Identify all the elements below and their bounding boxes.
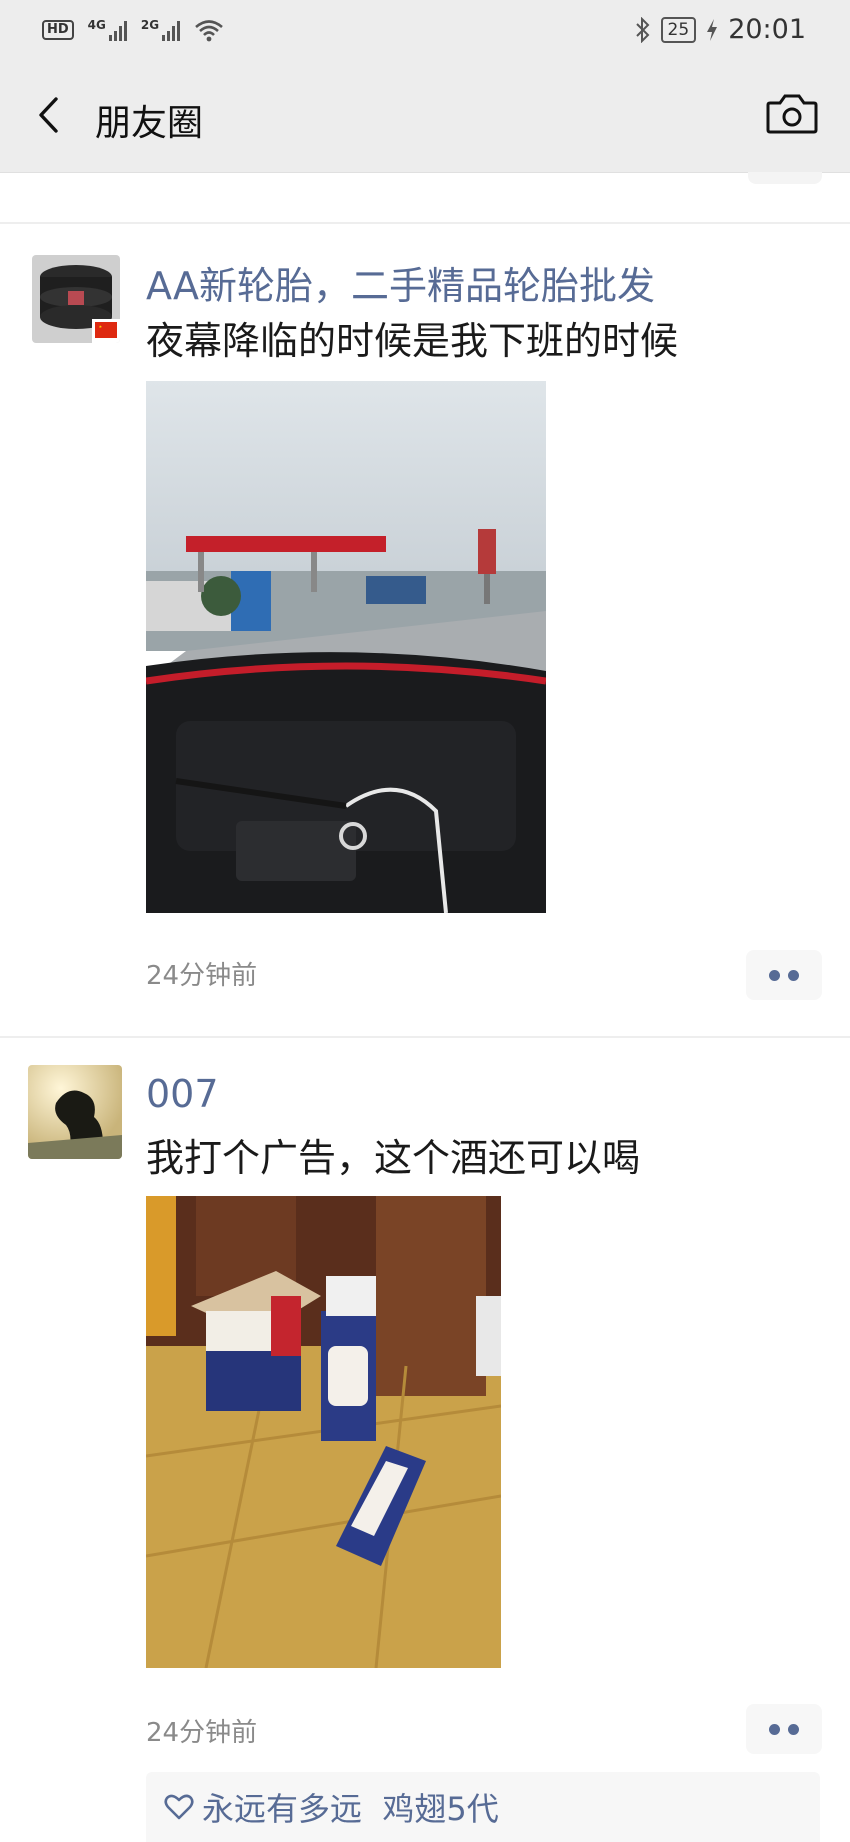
- feed-divider: [0, 1036, 850, 1038]
- feed-divider: [0, 222, 850, 224]
- post-photo[interactable]: [146, 381, 546, 913]
- dot-icon: [788, 969, 799, 981]
- heart-outline-icon: [164, 1794, 194, 1820]
- dot-icon: [769, 1723, 780, 1735]
- hd-badge: HD: [42, 20, 74, 40]
- status-bar: HD 4G 2G 25 20:01: [0, 0, 850, 60]
- more-actions-button[interactable]: [746, 1704, 822, 1754]
- header-bar: 朋友圈: [0, 60, 850, 173]
- post-author[interactable]: 007: [146, 1072, 219, 1116]
- post-text: 我打个广告，这个酒还可以喝: [146, 1136, 641, 1180]
- network-2g: 2G: [140, 18, 181, 41]
- more-actions-button[interactable]: [746, 950, 822, 1000]
- page-title: 朋友圈: [95, 103, 204, 144]
- likes-panel: 永远有多远 鸡翅5代: [146, 1772, 820, 1842]
- chevron-left-icon[interactable]: [28, 90, 78, 140]
- status-left: HD 4G 2G: [42, 16, 224, 44]
- previous-more-button[interactable]: [748, 172, 822, 184]
- dot-icon: [769, 969, 780, 981]
- likes-names[interactable]: 永远有多远 鸡翅5代: [202, 1784, 499, 1830]
- avatar[interactable]: [32, 255, 120, 343]
- network-2g-label: 2G: [140, 18, 160, 32]
- status-right: 25 20:01: [635, 14, 806, 45]
- signal-bars-icon: [162, 19, 181, 41]
- charging-icon: [707, 18, 718, 41]
- post-time: 24分钟前: [146, 1718, 258, 1748]
- network-4g: 4G: [88, 19, 127, 41]
- camera-icon[interactable]: [764, 88, 820, 140]
- post-photo[interactable]: [146, 1196, 501, 1668]
- post-author[interactable]: AA新轮胎，二手精品轮胎批发: [146, 255, 655, 310]
- clock: 20:01: [728, 14, 806, 45]
- wifi-icon: [195, 20, 223, 42]
- post-time: 24分钟前: [146, 961, 258, 991]
- battery-indicator: 25: [660, 16, 697, 43]
- bluetooth-icon: [635, 16, 649, 43]
- dot-icon: [788, 1723, 799, 1735]
- post-text: 夜幕降临的时候是我下班的时候: [146, 319, 679, 363]
- signal-bars-icon: [108, 19, 127, 41]
- network-4g-label: 4G: [87, 18, 106, 32]
- avatar[interactable]: [28, 1065, 122, 1159]
